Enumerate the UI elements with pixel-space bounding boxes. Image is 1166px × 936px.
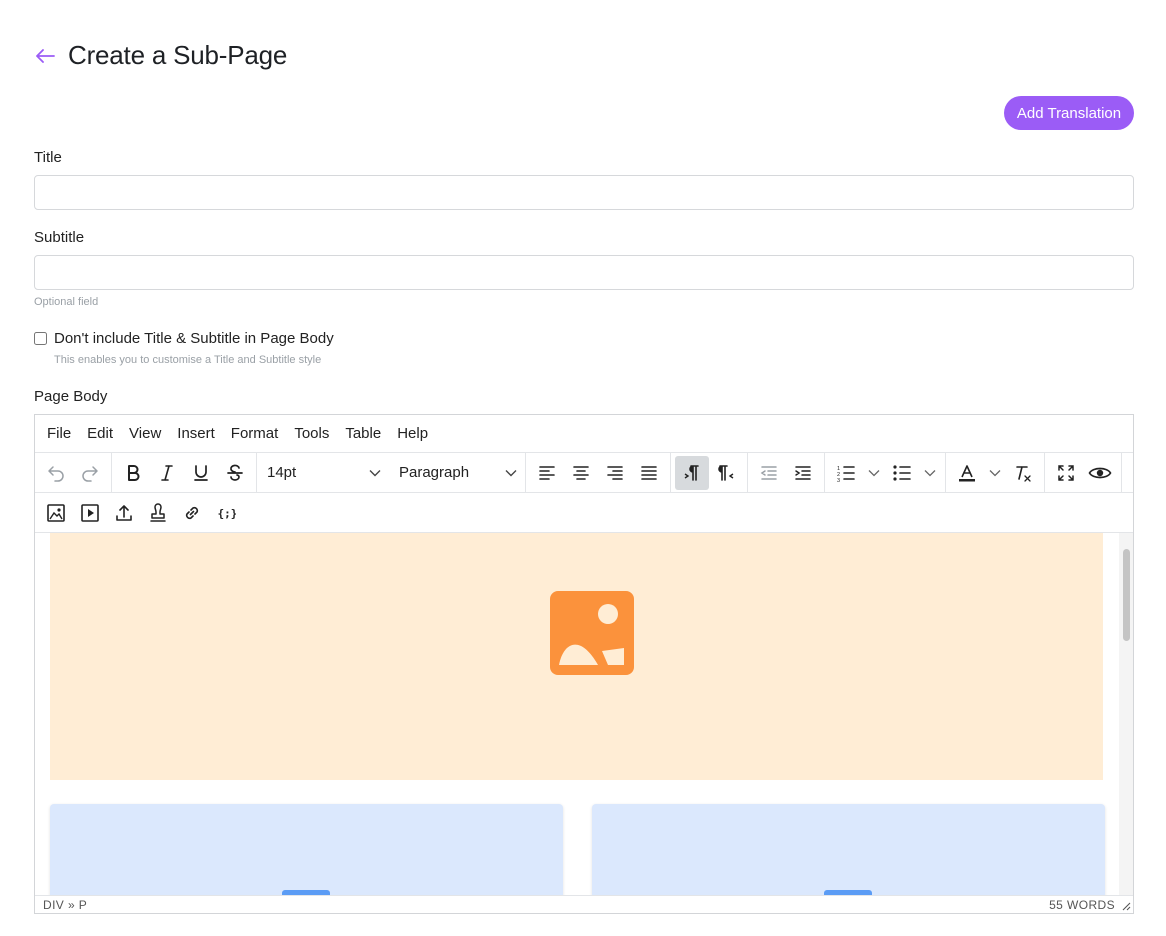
menu-tools[interactable]: Tools [294,425,329,442]
align-center-icon[interactable] [564,456,598,490]
svg-text:3: 3 [837,478,840,482]
editor-toolbar-primary: 14pt Paragraph 1 2 3 [35,453,1133,493]
rtl-icon[interactable] [709,456,743,490]
indent-group [748,453,825,492]
align-right-icon[interactable] [598,456,632,490]
exclude-title-helper-text: This enables you to customise a Title an… [54,354,322,366]
menu-edit[interactable]: Edit [87,425,113,442]
redo-icon[interactable] [73,456,107,490]
image-placeholder-icon [550,591,634,675]
block-format-select[interactable]: Paragraph [389,456,525,490]
exclude-title-row: Don't include Title & Subtitle in Page B… [34,330,334,347]
text-color-icon[interactable] [950,456,984,490]
bold-icon[interactable] [116,456,150,490]
italic-icon[interactable] [150,456,184,490]
preview-icon[interactable] [1083,456,1117,490]
clear-formatting-icon[interactable] [1006,456,1040,490]
block-format-value: Paragraph [399,464,470,481]
hero-image-placeholder[interactable] [50,533,1103,780]
menu-help[interactable]: Help [397,425,428,442]
text-style-group [112,453,257,492]
card-image-placeholder[interactable] [592,804,1105,895]
chevron-down-icon[interactable] [919,456,941,490]
underline-icon[interactable] [184,456,218,490]
chevron-down-icon [505,469,517,476]
bullet-list-icon[interactable] [885,456,919,490]
list-group: 123 [825,453,946,492]
exclude-title-checkbox[interactable] [34,332,47,345]
history-group [35,453,112,492]
word-count[interactable]: 55 WORDS [1049,898,1115,912]
numbered-list-icon[interactable]: 123 [829,456,863,490]
page-body-label: Page Body [34,388,108,405]
chevron-down-icon[interactable] [863,456,885,490]
page-title: Create a Sub-Page [68,40,288,70]
link-icon[interactable] [175,496,209,530]
indent-icon[interactable] [786,456,820,490]
stamp-icon[interactable] [141,496,175,530]
menu-view[interactable]: View [129,425,161,442]
view-group [1045,453,1122,492]
subtitle-label: Subtitle [34,229,85,246]
exclude-title-label[interactable]: Don't include Title & Subtitle in Page B… [54,330,334,347]
resize-handle-icon[interactable] [1121,901,1131,911]
rich-text-editor: File Edit View Insert Format Tools Table… [34,414,1134,914]
editor-content-area[interactable] [35,533,1133,895]
menu-file[interactable]: File [47,425,71,442]
color-group [946,453,1045,492]
font-size-value: 14pt [267,464,297,481]
title-label: Title [34,149,62,166]
outdent-icon[interactable] [752,456,786,490]
upload-icon[interactable] [107,496,141,530]
scrollbar-thumb[interactable] [1123,549,1130,641]
editor-toolbar-secondary: {;} [35,493,1133,533]
strikethrough-icon[interactable] [218,456,252,490]
card-image-placeholder[interactable] [50,804,563,895]
font-size-select[interactable]: 14pt [257,456,389,490]
alignment-group [526,453,671,492]
fullscreen-icon[interactable] [1049,456,1083,490]
undo-icon[interactable] [39,456,73,490]
page-header: Create a Sub-Page [34,40,287,71]
align-left-icon[interactable] [530,456,564,490]
direction-group [671,453,748,492]
menu-insert[interactable]: Insert [177,425,215,442]
title-input[interactable] [34,175,1134,210]
chevron-down-icon [369,469,381,476]
menu-table[interactable]: Table [345,425,381,442]
align-justify-icon[interactable] [632,456,666,490]
editor-statusbar: DIV » P 55 WORDS [35,895,1133,913]
subtitle-helper-text: Optional field [34,296,99,308]
insert-media-icon[interactable] [73,496,107,530]
font-format-group: 14pt Paragraph [257,453,526,492]
chevron-down-icon[interactable] [984,456,1006,490]
arrow-left-icon[interactable] [34,45,56,67]
menu-format[interactable]: Format [231,425,279,442]
add-translation-button[interactable]: Add Translation [1004,96,1134,130]
insert-image-icon[interactable] [39,496,73,530]
editor-scrollbar[interactable] [1119,533,1133,895]
element-path[interactable]: DIV » P [43,898,87,912]
editor-menubar: File Edit View Insert Format Tools Table… [35,415,1133,453]
subtitle-input[interactable] [34,255,1134,290]
svg-text:{;}: {;} [218,507,237,520]
code-variable-icon[interactable]: {;} [209,496,243,530]
ltr-icon[interactable] [675,455,709,490]
